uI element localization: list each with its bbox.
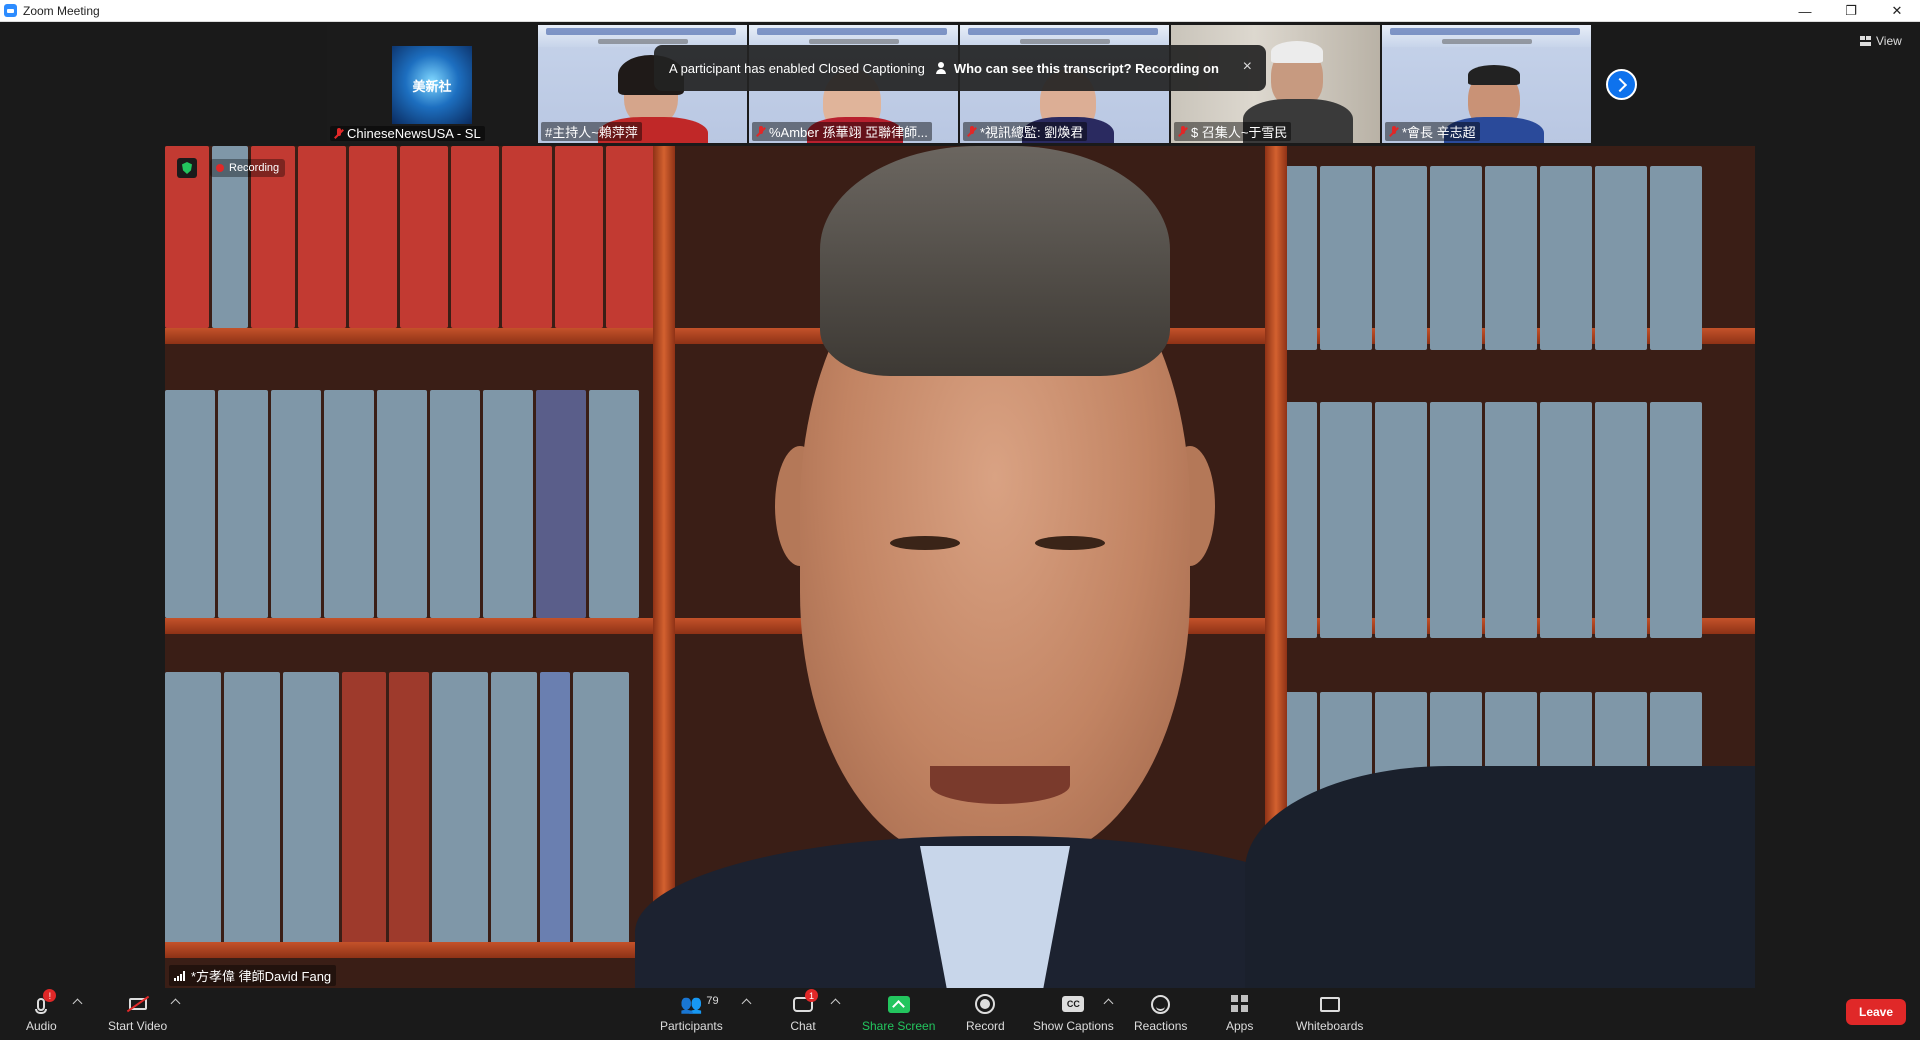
active-speaker-video[interactable]: Recording *方孝偉 律師David Fang	[165, 146, 1755, 988]
show-captions-label: Show Captions	[1033, 1019, 1114, 1033]
view-label: View	[1876, 34, 1902, 48]
event-banner	[1382, 25, 1591, 47]
participant-name: ChineseNewsUSA - SL	[330, 126, 485, 141]
show-captions-button[interactable]: CC Show Captions	[1033, 992, 1114, 1033]
person-icon	[935, 61, 948, 75]
gallery-view-icon	[1860, 36, 1871, 46]
video-options-chevron-icon[interactable]	[170, 998, 181, 1009]
audio-warning-badge: !	[43, 989, 57, 1002]
share-screen-label: Share Screen	[862, 1019, 936, 1033]
meeting-stage: 美新社 ChineseNewsUSA - SL #主持人~賴萍萍 %Amber …	[0, 22, 1920, 988]
participant-hair	[1468, 65, 1520, 85]
recording-indicator: Recording	[210, 159, 286, 177]
participant-name: #主持人~賴萍萍	[541, 122, 642, 141]
participants-label: Participants	[660, 1019, 723, 1033]
whiteboard-icon	[1319, 996, 1340, 1012]
window-title: Zoom Meeting	[23, 3, 100, 18]
whiteboards-label: Whiteboards	[1296, 1019, 1364, 1033]
next-page-arrow-icon[interactable]	[1606, 69, 1637, 100]
speaker-name-label: *方孝偉 律師David Fang	[191, 969, 332, 984]
chat-label: Chat	[790, 1019, 816, 1033]
record-label: Record	[966, 1019, 1005, 1033]
muted-mic-icon	[756, 125, 766, 138]
participants-options-chevron-icon[interactable]	[741, 998, 752, 1009]
participant-name-label: %Amber 孫華翊 亞聯律師...	[769, 125, 928, 140]
view-button[interactable]: View	[1860, 34, 1902, 48]
record-button[interactable]: Record	[966, 992, 1005, 1033]
audio-options-chevron-icon[interactable]	[72, 998, 83, 1009]
participant-name: *視訊總監: 劉煥君	[963, 122, 1088, 141]
security-shield-icon[interactable]	[177, 158, 197, 178]
title-bar: Zoom Meeting — ❐ ✕	[0, 0, 1920, 22]
apps-label: Apps	[1226, 1019, 1254, 1033]
window-controls: — ❐ ✕	[1782, 0, 1920, 22]
close-window-button[interactable]: ✕	[1874, 0, 1920, 22]
meeting-toolbar: ! Audio Start Video 👥 79 Participants 1 C…	[0, 988, 1920, 1040]
chinesenewsusa-logo: 美新社	[392, 46, 472, 124]
participants-button[interactable]: 👥 79 Participants	[660, 992, 723, 1033]
participant-name-label: #主持人~賴萍萍	[545, 125, 638, 140]
participant-name: %Amber 孫華翊 亞聯律師...	[752, 122, 932, 141]
speaker-hair	[820, 146, 1170, 376]
participant-thumbnail[interactable]: 美新社 ChineseNewsUSA - SL	[327, 25, 536, 143]
transcript-visibility-link[interactable]: Who can see this transcript? Recording o…	[935, 61, 1219, 76]
speaker-mouth	[930, 766, 1070, 804]
reactions-icon	[1151, 994, 1171, 1014]
start-video-label: Start Video	[108, 1019, 168, 1033]
leave-button[interactable]: Leave	[1846, 999, 1906, 1025]
close-notification-button[interactable]: ×	[1243, 58, 1252, 76]
chat-button[interactable]: 1 Chat	[790, 989, 818, 1033]
recording-dot-icon	[216, 164, 224, 172]
chat-options-chevron-icon[interactable]	[830, 998, 841, 1009]
caption-notice-message: A participant has enabled Closed Caption…	[669, 60, 925, 76]
chat-unread-badge: 1	[805, 989, 818, 1002]
transcript-visibility-label: Who can see this transcript? Recording o…	[953, 60, 1219, 76]
speaker-eye	[1035, 536, 1105, 550]
participant-thumbnail[interactable]: *會長 辛志超	[1382, 25, 1591, 143]
share-screen-icon	[887, 995, 910, 1013]
closed-captions-icon: CC	[1062, 996, 1085, 1012]
participant-hair	[1271, 41, 1323, 63]
recording-label: Recording	[229, 162, 280, 174]
apps-icon	[1230, 995, 1249, 1013]
minimize-button[interactable]: —	[1782, 0, 1828, 22]
restore-button[interactable]: ❐	[1828, 0, 1874, 22]
start-video-button[interactable]: Start Video	[108, 992, 167, 1033]
participant-name-label: ChineseNewsUSA - SL	[347, 126, 481, 141]
closed-caption-notification: A participant has enabled Closed Caption…	[654, 45, 1266, 91]
muted-mic-icon	[967, 125, 977, 138]
audio-button[interactable]: ! Audio	[26, 989, 57, 1033]
speaker-eye	[890, 536, 960, 550]
signal-strength-icon	[174, 970, 186, 981]
participant-name: *會長 辛志超	[1385, 122, 1480, 141]
reactions-button[interactable]: Reactions	[1134, 992, 1187, 1033]
participant-name: $ 召集人~于雪民	[1174, 122, 1292, 141]
event-banner	[749, 25, 958, 47]
event-banner	[538, 25, 747, 47]
participants-icon: 👥	[680, 994, 703, 1014]
participant-name-label: $ 召集人~于雪民	[1191, 125, 1288, 140]
record-icon	[975, 994, 996, 1014]
reactions-label: Reactions	[1134, 1019, 1188, 1033]
muted-mic-icon	[1389, 125, 1399, 138]
whiteboards-button[interactable]: Whiteboards	[1296, 992, 1363, 1033]
logo-text: 美新社	[412, 79, 452, 94]
event-banner	[960, 25, 1169, 47]
speaker-name-tag: *方孝偉 律師David Fang	[169, 965, 337, 986]
participant-name-label: *會長 辛志超	[1402, 125, 1476, 140]
zoom-app-icon	[4, 4, 17, 17]
audio-label: Audio	[26, 1019, 57, 1033]
muted-mic-icon	[1178, 125, 1188, 138]
share-screen-button[interactable]: Share Screen	[862, 992, 935, 1033]
participant-name-label: *視訊總監: 劉煥君	[980, 125, 1084, 140]
participant-count: 79	[706, 995, 719, 1007]
speaker-shoulder	[1245, 766, 1755, 988]
apps-button[interactable]: Apps	[1226, 992, 1253, 1033]
muted-mic-icon	[334, 127, 344, 140]
